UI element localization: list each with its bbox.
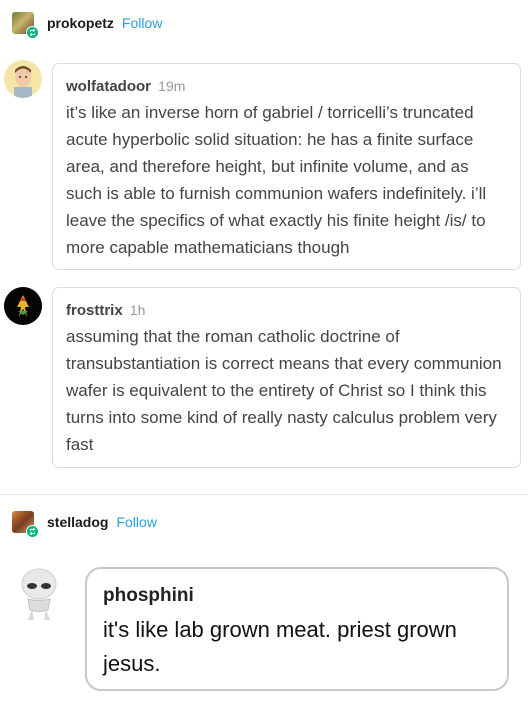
reply-time: 19m [158,78,186,94]
follow-button[interactable]: Follow [116,514,156,530]
bubble-text: it's like lab grown meat. priest grown j… [103,617,457,676]
reply-username[interactable]: frosttrix [66,302,123,319]
reply-text: assuming that the roman catholic doctrin… [66,327,502,454]
reply-bubble: phosphini it's like lab grown meat. prie… [85,567,509,691]
reblog-icon [26,525,39,538]
post-header-stelladog: stelladog Follow [12,511,157,538]
reply-time: 1h [129,302,146,318]
reblog-icon [26,26,39,39]
reply-meta: wolfatadoor 19m [66,78,507,95]
post-header-prokopetz: prokopetz Follow [12,12,162,39]
reply-username[interactable]: wolfatadoor [66,78,151,95]
reply-meta: frosttrix 1h [66,302,507,319]
post-divider [0,494,528,495]
avatar[interactable] [12,12,39,39]
reply-text: it’s like an inverse horn of gabriel / t… [66,103,487,257]
avatar-frosttrix[interactable] [4,287,42,325]
reply-wolfatadoor: wolfatadoor 19m it’s like an inverse hor… [52,63,521,270]
bubble-username[interactable]: phosphini [103,585,491,607]
avatar-wolfatadoor[interactable] [4,60,42,98]
avatar[interactable] [12,511,39,538]
reply-frosttrix: frosttrix 1h assuming that the roman cat… [52,287,521,468]
follow-button[interactable]: Follow [122,15,162,31]
username[interactable]: stelladog [47,514,108,530]
avatar-phosphini[interactable] [14,566,64,622]
username[interactable]: prokopetz [47,15,114,31]
